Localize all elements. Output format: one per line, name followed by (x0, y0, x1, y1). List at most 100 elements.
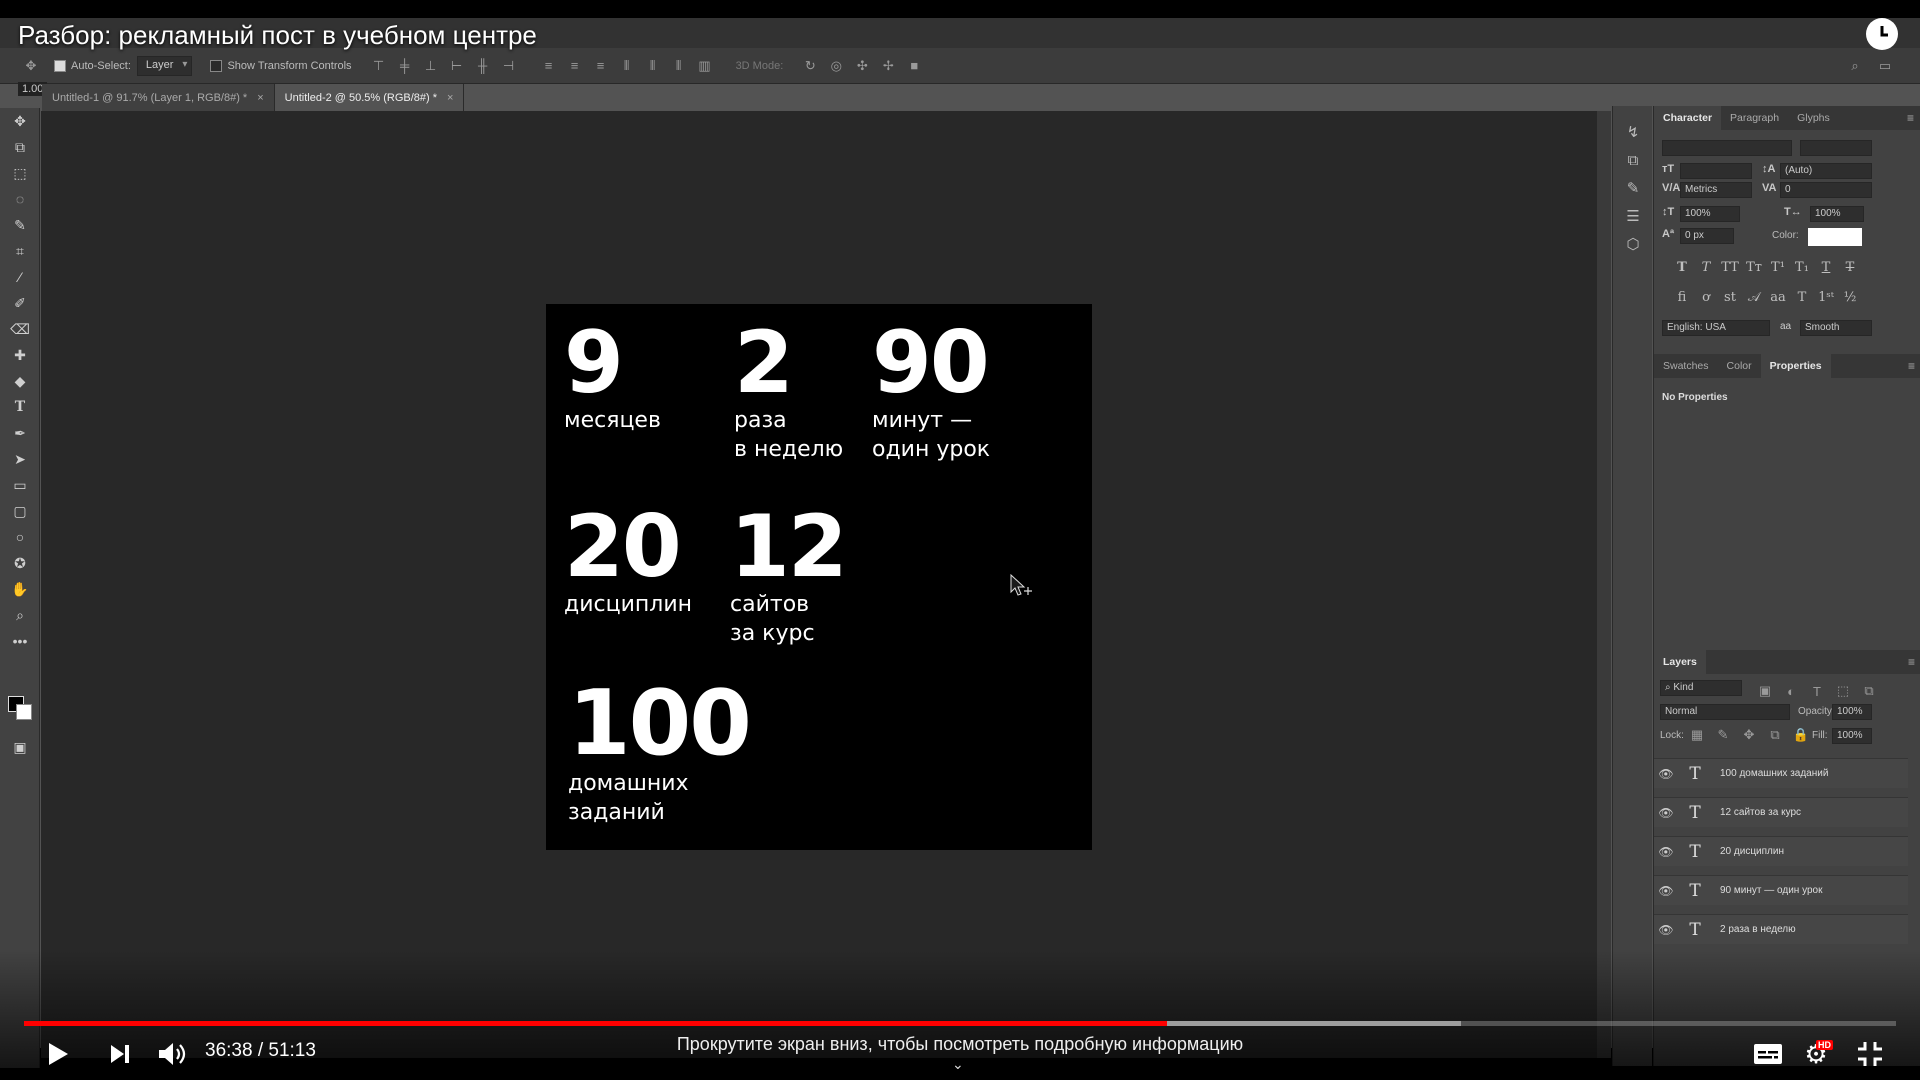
layer-row[interactable]: 👁 T 90 минут — один урок (1654, 875, 1908, 905)
leading-field[interactable]: (Auto) (1780, 163, 1872, 179)
blend-mode-dropdown[interactable]: Normal (1660, 704, 1790, 720)
ligatures-icon[interactable]: fi (1670, 290, 1694, 305)
layer-row[interactable]: 👁 T 2 раза в неделю (1654, 914, 1908, 944)
ellipse-tool-icon[interactable]: ○ (0, 524, 40, 550)
superscript-icon[interactable]: T¹ (1766, 260, 1790, 275)
lasso-tool-icon[interactable]: ◌ (0, 186, 40, 212)
distribute-left-icon[interactable]: ⫴ (614, 55, 640, 77)
watch-later-icon[interactable] (1866, 18, 1898, 50)
history-panel-icon[interactable]: ↯ (1613, 118, 1653, 146)
stylistic-alternates-icon[interactable]: aa (1766, 290, 1790, 305)
vertical-scale-field[interactable]: 100% (1680, 206, 1740, 222)
font-style-dropdown[interactable] (1800, 140, 1872, 156)
zoom-tool-icon[interactable]: ⌕ (0, 602, 40, 628)
visibility-eye-icon[interactable]: 👁 (1654, 845, 1678, 859)
eyedropper-tool-icon[interactable]: ⁄ (0, 264, 40, 290)
3d-scale-icon[interactable]: ■ (901, 55, 927, 77)
artboard-tool-icon[interactable]: ⧉ (0, 134, 40, 160)
align-bottom-icon[interactable]: ⊥ (418, 55, 444, 77)
subscript-icon[interactable]: T₁ (1790, 260, 1814, 275)
brush-tool-icon[interactable]: ✐ (0, 290, 40, 316)
visibility-eye-icon[interactable]: 👁 (1654, 806, 1678, 820)
healing-tool-icon[interactable]: ✚ (0, 342, 40, 368)
small-caps-icon[interactable]: Tт (1742, 260, 1766, 275)
show-transform-checkbox[interactable]: Show Transform Controls (210, 59, 352, 72)
layer-filter-dropdown[interactable]: ⌕ Kind (1660, 680, 1742, 696)
close-icon[interactable]: × (447, 92, 453, 104)
move-tool-icon[interactable]: ✥ (18, 55, 44, 77)
auto-align-icon[interactable]: ▥ (692, 55, 718, 77)
align-vcenter-icon[interactable]: ╪ (392, 55, 418, 77)
3d-drag-icon[interactable]: ✣ (849, 55, 875, 77)
distribute-bottom-icon[interactable]: ≡ (588, 55, 614, 77)
layer-row[interactable]: 👁 T 12 сайтов за курс (1654, 797, 1908, 827)
lock-transparent-icon[interactable]: ▦ (1684, 724, 1710, 746)
screen-mode-icon[interactable]: ▣ (0, 734, 40, 760)
lock-position-icon[interactable]: ✥ (1736, 724, 1762, 746)
lock-image-icon[interactable]: ✎ (1710, 724, 1736, 746)
visibility-eye-icon[interactable]: 👁 (1654, 923, 1678, 937)
document-tab[interactable]: Untitled-1 @ 91.7% (Layer 1, RGB/8#) * × (42, 84, 275, 111)
discretionary-ligatures-icon[interactable]: st (1718, 290, 1742, 305)
chevron-down-icon[interactable]: ⌄ (952, 1056, 964, 1073)
filter-smart-object-icon[interactable]: ⧉ (1856, 680, 1882, 702)
swash-icon[interactable]: 𝒜 (1742, 290, 1766, 305)
panel-menu-icon[interactable]: ≡ (1907, 111, 1914, 125)
align-left-icon[interactable]: ⊢ (444, 55, 470, 77)
distribute-top-icon[interactable]: ≡ (536, 55, 562, 77)
filter-type-icon[interactable]: T (1804, 680, 1830, 702)
move-tool-icon[interactable]: ✥ (0, 108, 40, 134)
panel-menu-icon[interactable]: ≡ (1908, 655, 1915, 669)
scroll-hint[interactable]: Прокрутите экран вниз, чтобы посмотреть … (0, 1034, 1920, 1055)
video-title[interactable]: Разбор: рекламный пост в учебном центре (18, 20, 537, 51)
layer-row[interactable]: 👁 T 20 дисциплин (1654, 836, 1908, 866)
tab-color[interactable]: Color (1718, 354, 1761, 378)
rectangle-tool-icon[interactable]: ▭ (0, 472, 40, 498)
distribute-right-icon[interactable]: ⫴ (666, 55, 692, 77)
rounded-rect-tool-icon[interactable]: ▢ (0, 498, 40, 524)
tracking-field[interactable]: 0 (1780, 182, 1872, 198)
tab-layers[interactable]: Layers (1654, 650, 1706, 674)
marquee-tool-icon[interactable]: ⬚ (0, 160, 40, 186)
visibility-eye-icon[interactable]: 👁 (1654, 767, 1678, 781)
lock-all-icon[interactable]: 🔒 (1788, 724, 1814, 746)
type-tool-icon[interactable]: T (0, 394, 40, 420)
clone-source-icon[interactable]: ⧉ (1613, 146, 1653, 174)
canvas-scrollbar[interactable] (1597, 111, 1611, 1058)
align-hcenter-icon[interactable]: ╫ (470, 55, 496, 77)
panel-menu-icon[interactable]: ≡ (1908, 359, 1915, 373)
document-tab[interactable]: Untitled-2 @ 50.5% (RGB/8#) * × (274, 84, 465, 111)
paint-bucket-tool-icon[interactable]: ◆ (0, 368, 40, 394)
filter-pixel-icon[interactable]: ▣ (1752, 680, 1778, 702)
close-icon[interactable]: × (257, 92, 263, 104)
font-size-field[interactable] (1680, 163, 1752, 179)
adjustments-icon[interactable]: ☰ (1613, 202, 1653, 230)
distribute-vcenter-icon[interactable]: ≡ (562, 55, 588, 77)
font-family-dropdown[interactable] (1662, 140, 1792, 156)
visibility-eye-icon[interactable]: 👁 (1654, 884, 1678, 898)
3d-panel-icon[interactable]: ⬡ (1613, 230, 1653, 258)
ordinals-icon[interactable]: 1ˢᵗ (1814, 290, 1838, 305)
fill-field[interactable]: 100% (1832, 728, 1872, 744)
tab-properties[interactable]: Properties (1760, 354, 1831, 378)
align-top-icon[interactable]: ⊤ (366, 55, 392, 77)
hand-tool-icon[interactable]: ✋ (0, 576, 40, 602)
filter-adjustment-icon[interactable]: ◐ (1778, 680, 1804, 702)
3d-rotate-icon[interactable]: ↻ (797, 55, 823, 77)
contextual-alternates-icon[interactable]: ơ (1694, 290, 1718, 305)
crop-tool-icon[interactable]: ⌗ (0, 238, 40, 264)
quick-select-tool-icon[interactable]: ✎ (0, 212, 40, 238)
layer-row[interactable]: 👁 T 100 домашних заданий (1654, 758, 1908, 788)
opacity-field[interactable]: 100% (1832, 704, 1872, 720)
distribute-hcenter-icon[interactable]: ⫴ (640, 55, 666, 77)
faux-italic-icon[interactable]: T (1694, 260, 1718, 275)
kerning-field[interactable]: Metrics (1680, 182, 1752, 198)
custom-shape-tool-icon[interactable]: ✪ (0, 550, 40, 576)
baseline-shift-field[interactable]: 0 px (1680, 228, 1734, 244)
horizontal-scale-field[interactable]: 100% (1810, 206, 1864, 222)
titling-alternates-icon[interactable]: T (1790, 290, 1814, 305)
all-caps-icon[interactable]: TT (1718, 260, 1742, 275)
tab-character[interactable]: Character (1654, 106, 1722, 130)
path-select-tool-icon[interactable]: ➤ (0, 446, 40, 472)
more-tools-icon[interactable]: ••• (0, 628, 40, 654)
